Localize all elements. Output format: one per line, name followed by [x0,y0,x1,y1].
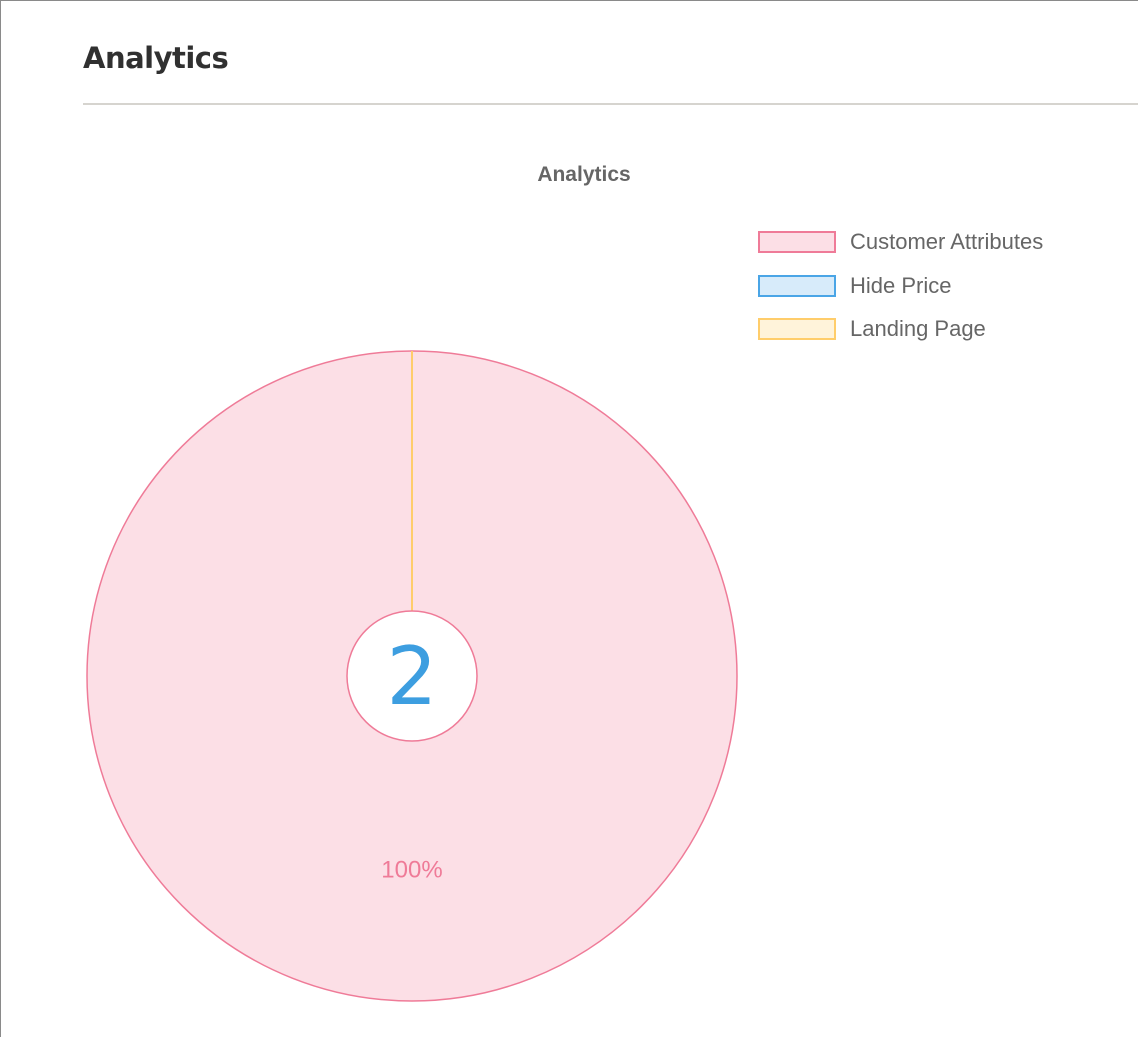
pie-percent-label: 100% [381,856,442,883]
legend-item-hide-price[interactable]: Hide Price [758,271,1043,301]
legend-label: Landing Page [850,316,986,341]
pie-chart: 2 100% [86,350,738,1002]
legend-swatch-hide-price [758,274,836,297]
chart-legend: Customer Attributes Hide Price Landing P… [758,227,1043,358]
legend-label: Customer Attributes [850,229,1044,254]
legend-swatch-landing-page [758,318,836,340]
legend-item-customer-attributes[interactable]: Customer Attributes [758,227,1043,257]
legend-item-landing-page[interactable]: Landing Page [758,314,1043,344]
legend-label: Hide Price [850,272,952,298]
chart-title: Analytics [537,163,631,186]
center-value: 2 [387,630,438,723]
legend-swatch-customer-attributes [758,231,836,253]
analytics-panel: Analytics 2 100% Analytics Customer Attr… [0,0,1138,1037]
